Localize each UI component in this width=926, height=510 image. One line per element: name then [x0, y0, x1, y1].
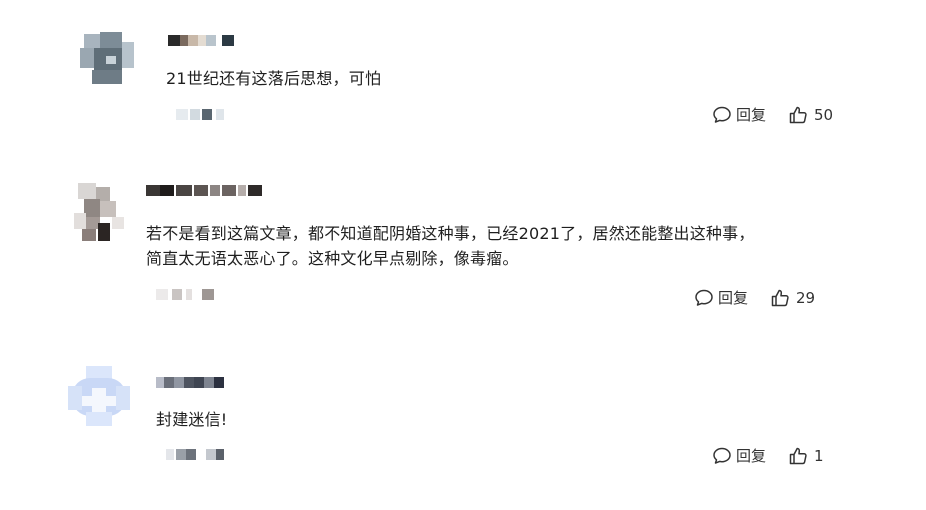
- comment-meta-blurred: [166, 449, 236, 460]
- thumbs-up-icon: [788, 446, 808, 466]
- reply-label: 回复: [736, 106, 767, 124]
- thumbs-up-icon: [788, 105, 808, 125]
- avatar[interactable]: [80, 30, 136, 86]
- like-count: 1: [814, 446, 824, 465]
- avatar[interactable]: [74, 183, 130, 243]
- comment-meta-blurred: [156, 289, 216, 300]
- like-count: 29: [796, 288, 816, 307]
- like-count: 50: [814, 105, 834, 124]
- username-blurred[interactable]: [168, 35, 238, 46]
- comment-bubble-icon: [712, 446, 732, 466]
- like-button[interactable]: 29: [770, 288, 815, 308]
- comment-actions: 回复 50: [712, 104, 833, 125]
- comment-bubble-icon: [694, 288, 714, 308]
- comment-item: 封建迷信! 回复 1: [0, 350, 926, 500]
- comment-actions: 回复 1: [712, 445, 824, 466]
- avatar[interactable]: [68, 366, 130, 428]
- reply-label: 回复: [736, 447, 767, 465]
- reply-label: 回复: [718, 289, 749, 307]
- comment-text-line: 21世纪还有这落后思想，可怕: [166, 69, 382, 88]
- like-button[interactable]: 1: [788, 446, 824, 466]
- comment-text-line: 简直太无语太恶心了。这种文化早点剔除，像毒瘤。: [146, 249, 519, 268]
- comment-item: 若不是看到这篇文章，都不知道配阴婚这种事，已经2021了，居然还能整出这种事， …: [0, 170, 926, 330]
- comment-item: 21世纪还有这落后思想，可怕 回复 50: [0, 0, 926, 150]
- reply-button[interactable]: 回复: [694, 287, 748, 308]
- username-blurred[interactable]: [156, 377, 226, 388]
- comment-bubble-icon: [712, 105, 732, 125]
- reply-button[interactable]: 回复: [712, 445, 766, 466]
- reply-button[interactable]: 回复: [712, 104, 766, 125]
- thumbs-up-icon: [770, 288, 790, 308]
- username-blurred[interactable]: [146, 185, 266, 196]
- comment-actions: 回复 29: [694, 287, 815, 308]
- comment-meta-blurred: [176, 109, 236, 120]
- comment-text-line: 若不是看到这篇文章，都不知道配阴婚这种事，已经2021了，居然还能整出这种事，: [146, 224, 755, 243]
- comment-text: 21世纪还有这落后思想，可怕: [166, 66, 381, 91]
- comment-text-line: 封建迷信!: [156, 410, 228, 429]
- comment-text: 封建迷信!: [156, 407, 227, 432]
- like-button[interactable]: 50: [788, 105, 833, 125]
- comment-text: 若不是看到这篇文章，都不知道配阴婚这种事，已经2021了，居然还能整出这种事， …: [146, 221, 755, 271]
